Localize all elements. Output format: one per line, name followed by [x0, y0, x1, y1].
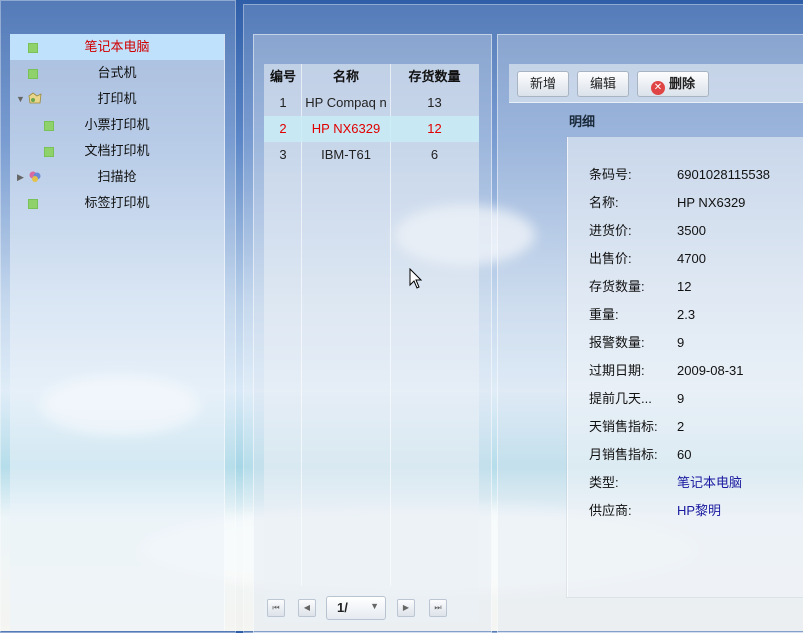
field-label: 存货数量:: [589, 279, 645, 294]
field-label: 提前几天...: [589, 391, 652, 406]
tree-item-label: 笔记本电脑: [84, 39, 150, 54]
tree-item-laptop[interactable]: 笔记本电脑: [10, 34, 224, 60]
field-value: 2.3: [677, 307, 696, 322]
add-button[interactable]: 新增: [517, 71, 569, 97]
pager: ⏮ ◀ 1/ ▼ ▶ ⏭: [264, 596, 479, 620]
tree-item-label: 打印机: [97, 91, 137, 106]
prev-page-icon[interactable]: ◀: [298, 599, 316, 617]
toolbar: 新增 编辑 ✕ 删除: [509, 64, 803, 103]
delete-label: 删除: [668, 76, 695, 91]
page-number: 1/: [337, 600, 348, 615]
column-header-id[interactable]: 编号: [264, 64, 302, 90]
leaf-icon: [44, 147, 54, 157]
field-purchase-price: 进货价: 3500: [589, 221, 803, 241]
tree-item-label-printer[interactable]: 标签打印机: [10, 190, 224, 216]
cell-id: 1: [279, 95, 287, 110]
page-select[interactable]: 1/ ▼: [326, 596, 386, 620]
field-label: 过期日期:: [589, 363, 645, 378]
field-weight: 重量: 2.3: [589, 305, 803, 325]
field-value: 9: [677, 335, 685, 350]
supplier-link[interactable]: HP黎明: [677, 501, 721, 521]
field-label: 供应商:: [589, 503, 632, 518]
field-name: 名称: HP NX6329: [589, 193, 803, 213]
table-row[interactable]: 1 HP Compaq n 13: [264, 90, 479, 116]
last-page-icon[interactable]: ⏭: [429, 599, 447, 617]
field-value: 12: [677, 279, 692, 294]
delete-button[interactable]: ✕ 删除: [637, 71, 709, 97]
folder-open-icon: [28, 92, 42, 104]
field-value: 2: [677, 419, 685, 434]
field-type: 类型: 笔记本电脑: [589, 473, 803, 493]
cell-qty: 12: [427, 121, 442, 136]
field-value: 60: [677, 447, 692, 462]
next-page-icon[interactable]: ▶: [397, 599, 415, 617]
table-row-selected[interactable]: 2 HP NX6329 12: [264, 116, 479, 142]
field-label: 报警数量:: [589, 335, 645, 350]
expand-right-icon[interactable]: ▶: [17, 164, 24, 190]
dropdown-arrow-icon: ▼: [370, 601, 379, 611]
cell-qty: 6: [430, 147, 439, 162]
category-tree: 笔记本电脑 台式机 ▼ 打印机 小票打印机 文档打印机 ▶ 扫描抢 标签打印机: [10, 34, 225, 631]
tree-item-label: 扫描抢: [97, 169, 137, 184]
cell-name: HP NX6329: [311, 121, 381, 136]
field-daily-target: 天销售指标: 2: [589, 417, 803, 437]
field-label: 天销售指标:: [589, 419, 658, 434]
first-page-icon[interactable]: ⏮: [267, 599, 285, 617]
product-grid: 编号 名称 存货数量 1 HP Compaq n 13 2 HP NX6329 …: [264, 64, 479, 622]
cell-qty: 13: [427, 95, 442, 110]
field-monthly-target: 月销售指标: 60: [589, 445, 803, 465]
field-value: 2009-08-31: [677, 363, 744, 378]
field-label: 重量:: [589, 307, 619, 322]
tree-item-receipt-printer[interactable]: 小票打印机: [10, 112, 224, 138]
detail-title: 明细: [569, 114, 596, 129]
leaf-icon: [44, 121, 54, 131]
field-value: 6901028115538: [677, 167, 771, 182]
expand-down-icon[interactable]: ▼: [16, 86, 25, 112]
field-alert-qty: 报警数量: 9: [589, 333, 803, 353]
column-header-name[interactable]: 名称: [302, 64, 390, 90]
type-link[interactable]: 笔记本电脑: [677, 473, 742, 493]
leaf-icon: [28, 43, 38, 53]
column-header-qty[interactable]: 存货数量: [390, 64, 479, 90]
field-stock-qty: 存货数量: 12: [589, 277, 803, 297]
field-label: 条码号:: [589, 167, 632, 182]
tree-item-printer[interactable]: ▼ 打印机: [10, 86, 224, 112]
cell-name: HP Compaq n: [305, 95, 387, 110]
field-label: 月销售指标:: [589, 447, 658, 462]
field-barcode: 条码号: 6901028115538: [589, 165, 803, 185]
cell-id: 2: [279, 121, 287, 136]
field-value: 3500: [677, 223, 706, 238]
cell-id: 3: [279, 147, 287, 162]
field-value: 4700: [677, 251, 706, 266]
field-supplier: 供应商: HP黎明: [589, 501, 803, 521]
edit-button[interactable]: 编辑: [577, 71, 629, 97]
field-label: 名称:: [589, 195, 619, 210]
tree-item-scanner[interactable]: ▶ 扫描抢: [10, 164, 224, 190]
field-sale-price: 出售价: 4700: [589, 249, 803, 269]
field-label: 出售价:: [589, 251, 632, 266]
leaf-icon: [28, 199, 38, 209]
tree-item-label: 小票打印机: [84, 117, 150, 132]
folder-closed-icon: [29, 171, 41, 182]
mouse-cursor-icon: [409, 268, 423, 289]
tree-item-label: 台式机: [97, 65, 137, 80]
field-advance-days: 提前几天... 9: [589, 389, 803, 409]
tree-item-desktop[interactable]: 台式机: [10, 60, 224, 86]
leaf-icon: [28, 69, 38, 79]
table-row[interactable]: 3 IBM-T61 6: [264, 142, 479, 168]
tree-item-label: 标签打印机: [84, 195, 150, 210]
field-value: 9: [677, 391, 685, 406]
tree-item-label: 文档打印机: [84, 143, 150, 158]
cell-name: IBM-T61: [321, 147, 371, 162]
field-label: 进货价:: [589, 223, 632, 238]
field-value: HP NX6329: [677, 195, 746, 210]
field-label: 类型:: [589, 475, 619, 490]
tree-item-document-printer[interactable]: 文档打印机: [10, 138, 224, 164]
delete-icon: ✕: [650, 81, 665, 95]
field-expiry-date: 过期日期: 2009-08-31: [589, 361, 803, 381]
